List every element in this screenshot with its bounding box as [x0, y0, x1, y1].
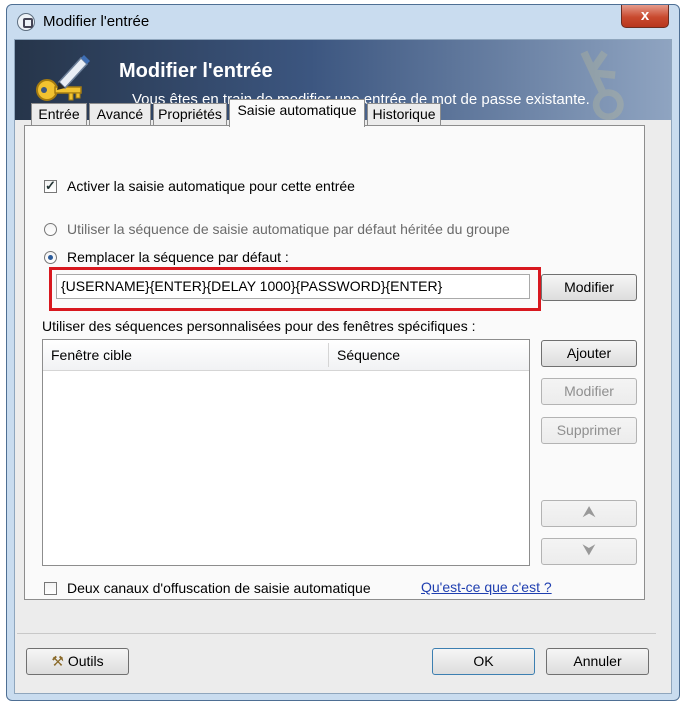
move-up-button[interactable]: ⮝ — [541, 500, 637, 527]
edit-button[interactable]: Modifier — [541, 378, 637, 405]
enable-autotype-checkbox[interactable] — [44, 178, 57, 194]
tab-proprietes[interactable]: Propriétés — [153, 103, 227, 125]
custom-sequences-label: Utiliser des séquences personnalisées po… — [42, 318, 476, 334]
tab-avance[interactable]: Avancé — [89, 103, 151, 125]
banner-title: Modifier l'entrée — [119, 60, 273, 82]
tools-icon: ⚒ — [51, 653, 64, 669]
move-down-button[interactable]: ⮟ — [541, 538, 637, 565]
help-link[interactable]: Qu'est-ce que c'est ? — [421, 579, 552, 595]
obfuscation-label: Deux canaux d'offuscation de saisie auto… — [67, 580, 371, 596]
modify-sequence-button[interactable]: Modifier — [541, 274, 637, 301]
column-sequence[interactable]: Séquence — [329, 340, 529, 370]
add-button[interactable]: Ajouter — [541, 340, 637, 367]
ok-button[interactable]: OK — [432, 648, 535, 675]
tools-button[interactable]: ⚒ Outils — [26, 648, 129, 675]
enable-autotype-label: Activer la saisie automatique pour cette… — [67, 178, 355, 194]
column-target-window[interactable]: Fenêtre cible — [43, 340, 328, 370]
override-sequence-radio[interactable] — [44, 251, 57, 264]
inherit-sequence-radio[interactable] — [44, 223, 57, 236]
inherit-sequence-label: Utiliser la séquence de saisie automatiq… — [67, 221, 510, 237]
delete-button[interactable]: Supprimer — [541, 417, 637, 444]
list-header: Fenêtre cible Séquence — [43, 340, 529, 371]
obfuscation-checkbox[interactable] — [44, 582, 57, 595]
arrow-down-icon: ⮟ — [582, 542, 596, 559]
override-sequence-label: Remplacer la séquence par défaut : — [67, 249, 289, 265]
tools-label: Outils — [67, 653, 104, 669]
window-sequence-list[interactable]: Fenêtre cible Séquence — [42, 339, 530, 566]
highlight-annotation-box — [49, 267, 541, 311]
title-bar: Modifier l'entrée x — [7, 5, 679, 39]
footer-separator — [17, 633, 656, 634]
cancel-button[interactable]: Annuler — [546, 648, 649, 675]
keepass-lock-icon — [17, 13, 35, 31]
tab-saisie-automatique[interactable]: Saisie automatique — [229, 99, 365, 127]
tab-entree[interactable]: Entrée — [31, 103, 87, 125]
close-button[interactable]: x — [621, 5, 669, 28]
tab-historique[interactable]: Historique — [367, 103, 441, 125]
edit-key-icon — [36, 55, 90, 101]
banner-watermark-key-icon: ⚷ — [547, 40, 650, 120]
window-title: Modifier l'entrée — [43, 13, 150, 30]
arrow-up-icon: ⮝ — [582, 504, 596, 521]
